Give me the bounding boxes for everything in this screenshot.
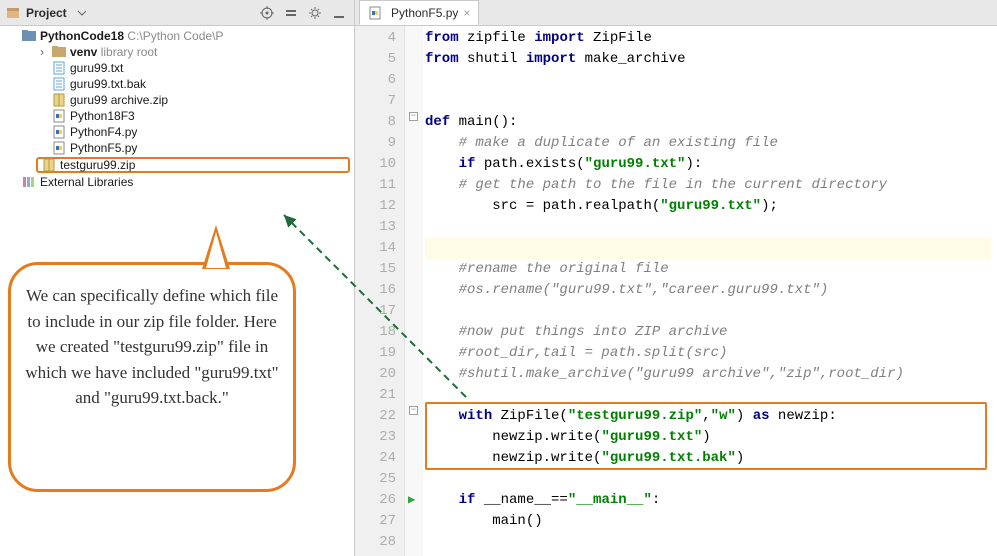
file-label: PythonF4.py [70, 125, 137, 139]
file-row-testguru99-zip[interactable]: testguru99.zip [36, 157, 350, 173]
chevron-right-icon: › [40, 45, 52, 59]
venv-note: library root [101, 45, 158, 59]
minimize-icon[interactable] [330, 4, 348, 22]
line-numbers: 4567 891011 12131415 16171819 20212223 2… [355, 26, 405, 556]
project-root-name: PythonCode18 [40, 29, 124, 43]
fold-icon[interactable]: − [409, 406, 418, 415]
editor-tabbar: PythonF5.py × [355, 0, 997, 26]
file-txt-icon [52, 61, 66, 75]
file-label: PythonF5.py [70, 141, 137, 155]
folder-lib-icon [52, 45, 66, 59]
file-row-python18f3[interactable]: Python18F3 [0, 108, 354, 124]
project-root-row[interactable]: PythonCode18 C:\Python Code\P [0, 28, 354, 44]
file-py-icon [368, 6, 382, 20]
file-row-guru99-bak[interactable]: guru99.txt.bak [0, 76, 354, 92]
file-py-icon [52, 125, 66, 139]
external-libraries-label: External Libraries [40, 175, 133, 189]
editor-tab-label: PythonF5.py [391, 6, 458, 20]
file-row-guru99-txt[interactable]: guru99.txt [0, 60, 354, 76]
project-root-path: C:\Python Code\P [127, 29, 223, 43]
callout-tail-fill [206, 232, 226, 268]
file-row-pythonf4[interactable]: PythonF4.py [0, 124, 354, 140]
file-py-icon [52, 141, 66, 155]
project-toolbar: Project [0, 0, 354, 26]
gear-icon[interactable] [306, 4, 324, 22]
close-icon[interactable]: × [463, 6, 470, 20]
project-title: Project [26, 6, 67, 20]
file-zip-icon [52, 93, 66, 107]
file-row-archive-zip[interactable]: guru99 archive.zip [0, 92, 354, 108]
file-label: testguru99.zip [60, 158, 135, 172]
gutter-marks: − − ▶ [405, 26, 423, 556]
venv-row[interactable]: › venv library root [0, 44, 354, 60]
code-content[interactable]: from zipfile import ZipFile from shutil … [423, 26, 997, 556]
file-label: Python18F3 [70, 109, 135, 123]
locate-target-icon[interactable] [258, 4, 276, 22]
editor-tab-pythonf5[interactable]: PythonF5.py × [359, 0, 479, 25]
file-py-icon [52, 109, 66, 123]
code-editor[interactable]: 4567 891011 12131415 16171819 20212223 2… [355, 26, 997, 556]
file-txt-icon [52, 77, 66, 91]
file-label: guru99 archive.zip [70, 93, 168, 107]
libraries-icon [22, 175, 36, 189]
editor-panel: PythonF5.py × 4567 891011 12131415 16171… [355, 0, 997, 556]
collapse-all-icon[interactable] [282, 4, 300, 22]
fold-icon[interactable]: − [409, 112, 418, 121]
project-view-dropdown[interactable] [73, 4, 91, 22]
annotation-callout: We can specifically define which file to… [8, 262, 296, 492]
folder-icon [22, 29, 36, 43]
annotation-text: We can specifically define which file to… [25, 286, 278, 407]
external-libraries-row[interactable]: External Libraries [0, 174, 354, 190]
venv-name: venv [70, 45, 97, 59]
file-zip-icon [42, 158, 56, 172]
file-label: guru99.txt.bak [70, 77, 146, 91]
file-label: guru99.txt [70, 61, 123, 75]
file-row-pythonf5[interactable]: PythonF5.py [0, 140, 354, 156]
run-gutter-icon[interactable]: ▶ [408, 490, 415, 511]
project-icon [6, 6, 20, 20]
